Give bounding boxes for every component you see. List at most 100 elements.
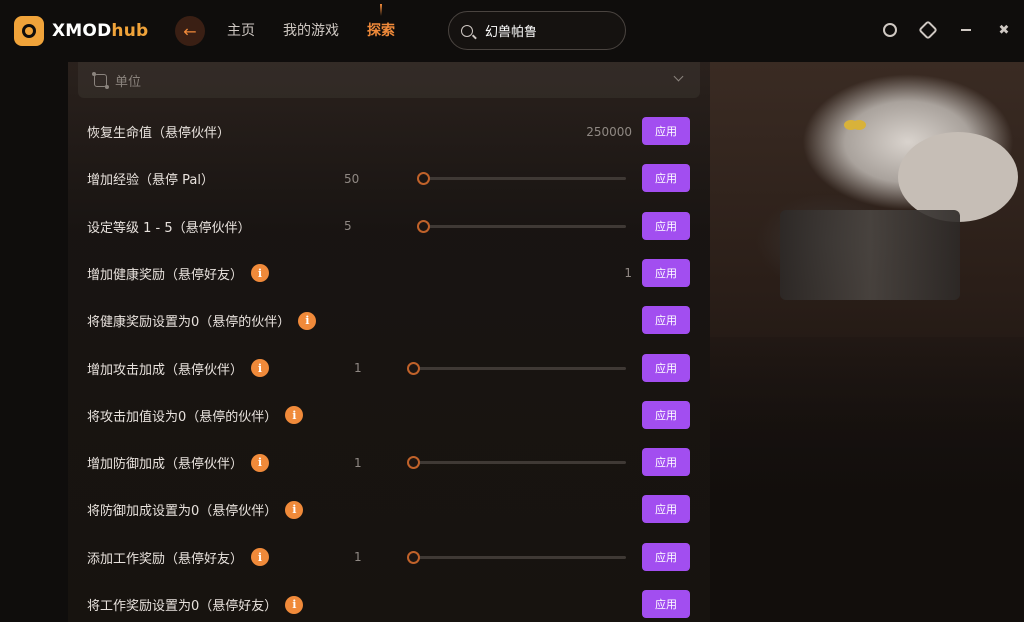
option-row: 添加工作奖励（悬停好友） i 1 应用 xyxy=(68,534,710,581)
option-value: 5 xyxy=(344,219,352,234)
search-box[interactable] xyxy=(448,11,626,50)
value-slider-track[interactable] xyxy=(413,366,626,370)
option-label-text: 增加经验（悬停 Pal） xyxy=(87,173,214,189)
option-label: 将防御加成设置为0（悬停伙伴） i xyxy=(87,486,304,533)
info-icon[interactable]: i xyxy=(285,595,304,614)
account-button[interactable] xyxy=(882,22,898,38)
option-label-text: 设定等级 1 - 5（悬停伙伴） xyxy=(87,220,251,236)
info-icon[interactable]: i xyxy=(251,548,270,567)
option-label: 恢复生命值（悬停伙伴） xyxy=(87,108,230,155)
section-title: 单位 xyxy=(115,74,142,90)
search-input[interactable] xyxy=(485,23,615,38)
option-label-text: 增加攻击加成（悬停伙伴） xyxy=(87,362,244,378)
fullscreen-button[interactable]: ✖ xyxy=(996,22,1012,38)
option-value: 1 xyxy=(354,361,362,375)
option-row: 恢复生命值（悬停伙伴） 250000 应用 xyxy=(68,108,710,155)
apply-button[interactable]: 应用 xyxy=(642,448,690,477)
option-row: 增加攻击加成（悬停伙伴） i 1 应用 xyxy=(68,345,710,392)
apply-button[interactable]: 应用 xyxy=(642,590,690,618)
minimize-icon xyxy=(961,29,971,31)
option-row: 将工作奖励设置为0（悬停好友） i 应用 xyxy=(68,581,710,622)
logo-accent: hub xyxy=(111,21,149,41)
option-label-text: 增加防御加成（悬停伙伴） xyxy=(87,457,244,473)
option-label-text: 将工作奖励设置为0（悬停好友） xyxy=(87,599,278,614)
apply-button[interactable]: 应用 xyxy=(642,400,690,429)
info-icon[interactable]: i xyxy=(251,453,270,472)
option-label-text: 添加工作奖励（悬停好友） xyxy=(87,551,244,567)
window-controls: ✖ xyxy=(882,20,1012,40)
option-row: 将健康奖励设置为0（悬停的伙伴） i 应用 xyxy=(68,297,710,344)
option-label: 将工作奖励设置为0（悬停好友） i xyxy=(87,581,304,622)
hero-shade xyxy=(710,337,1024,622)
apply-button[interactable]: 应用 xyxy=(642,353,690,382)
nav-item-explore[interactable]: 探索 xyxy=(367,20,395,40)
option-label-text: 将攻击加值设为0（悬停的伙伴） xyxy=(87,409,278,425)
value-slider-handle[interactable] xyxy=(407,456,420,470)
value-slider-track[interactable] xyxy=(413,555,626,559)
apply-button[interactable]: 应用 xyxy=(642,542,690,571)
logo-main: XMOD xyxy=(52,21,112,41)
value-slider-handle[interactable] xyxy=(407,361,420,375)
info-icon[interactable]: i xyxy=(251,359,270,377)
info-icon[interactable]: i xyxy=(285,500,304,519)
option-label: 增加健康奖励（悬停好友） i xyxy=(87,250,270,297)
option-label-text: 恢复生命值（悬停伙伴） xyxy=(87,126,231,141)
value-slider-track[interactable] xyxy=(423,177,626,181)
gear-icon xyxy=(918,20,938,40)
main-nav: 主页 我的游戏 探索 xyxy=(227,20,395,40)
fullscreen-icon: ✖ xyxy=(998,22,1010,38)
option-label-text: 将健康奖励设置为0（悬停的伙伴） xyxy=(87,315,291,331)
search-icon xyxy=(461,24,473,37)
option-value: 1 xyxy=(354,455,362,470)
option-row: 增加经验（悬停 Pal） 50 应用 xyxy=(68,155,710,202)
option-row: 将攻击加值设为0（悬停的伙伴） i 应用 xyxy=(68,392,710,439)
apply-button[interactable]: 应用 xyxy=(642,117,690,145)
option-label: 将攻击加值设为0（悬停的伙伴） i xyxy=(87,392,304,439)
xmod-logo-icon xyxy=(14,16,44,46)
apply-button[interactable]: 应用 xyxy=(642,164,690,193)
apply-button[interactable]: 应用 xyxy=(642,495,690,524)
section-header-unit[interactable]: 单位 xyxy=(78,62,700,98)
nav-item-my-games[interactable]: 我的游戏 xyxy=(283,20,339,40)
option-label: 增加攻击加成（悬停伙伴） i xyxy=(87,345,270,392)
back-button[interactable]: ← xyxy=(175,16,205,46)
value-slider-track[interactable] xyxy=(413,461,626,465)
info-icon[interactable]: i xyxy=(298,311,317,330)
option-row: 增加防御加成（悬停伙伴） i 1 应用 xyxy=(68,439,710,486)
value-slider-handle[interactable] xyxy=(407,550,420,564)
option-label-text: 将防御加成设置为0（悬停伙伴） xyxy=(87,504,278,520)
apply-button[interactable]: 应用 xyxy=(642,211,690,240)
option-value: 250000 xyxy=(586,124,632,139)
nav-item-home[interactable]: 主页 xyxy=(227,20,255,40)
value-slider-handle[interactable] xyxy=(417,219,430,233)
option-label: 设定等级 1 - 5（悬停伙伴） xyxy=(87,203,251,250)
value-slider-track[interactable] xyxy=(423,224,626,228)
option-value: 50 xyxy=(344,171,360,186)
option-value: 1 xyxy=(624,266,632,281)
top-bar: XMODhub ← 主页 我的游戏 探索 ✖ xyxy=(0,0,1024,62)
arrow-left-icon: ← xyxy=(183,21,197,41)
apply-button[interactable]: 应用 xyxy=(642,306,690,335)
unit-icon xyxy=(92,71,109,89)
logo-text: XMODhub xyxy=(52,21,148,41)
option-label: 添加工作奖励（悬停好友） i xyxy=(87,534,270,581)
left-rail xyxy=(0,62,68,622)
option-row: 设定等级 1 - 5（悬停伙伴） 5 应用 xyxy=(68,203,710,250)
info-icon[interactable]: i xyxy=(285,406,304,425)
weapon-image xyxy=(780,210,960,300)
option-value: 1 xyxy=(354,550,362,565)
option-row: 将防御加成设置为0（悬停伙伴） i 应用 xyxy=(68,486,710,533)
apply-button[interactable]: 应用 xyxy=(642,258,690,287)
option-label-text: 增加健康奖励（悬停好友） xyxy=(87,267,244,283)
minimize-button[interactable] xyxy=(958,22,974,38)
pal-eye-decoration xyxy=(844,120,858,130)
option-label: 增加经验（悬停 Pal） xyxy=(87,155,214,202)
info-icon[interactable]: i xyxy=(251,264,270,283)
avatar-icon xyxy=(883,23,897,37)
value-slider-handle[interactable] xyxy=(417,172,430,186)
app-logo[interactable]: XMODhub xyxy=(14,16,148,46)
settings-button[interactable] xyxy=(918,20,938,40)
mod-options-panel: 单位 恢复生命值（悬停伙伴） 250000 应用 增加经验（悬停 Pal） 50 应用 设定… xyxy=(68,62,710,622)
option-label: 增加防御加成（悬停伙伴） i xyxy=(87,439,270,486)
chevron-down-icon[interactable] xyxy=(673,71,684,82)
